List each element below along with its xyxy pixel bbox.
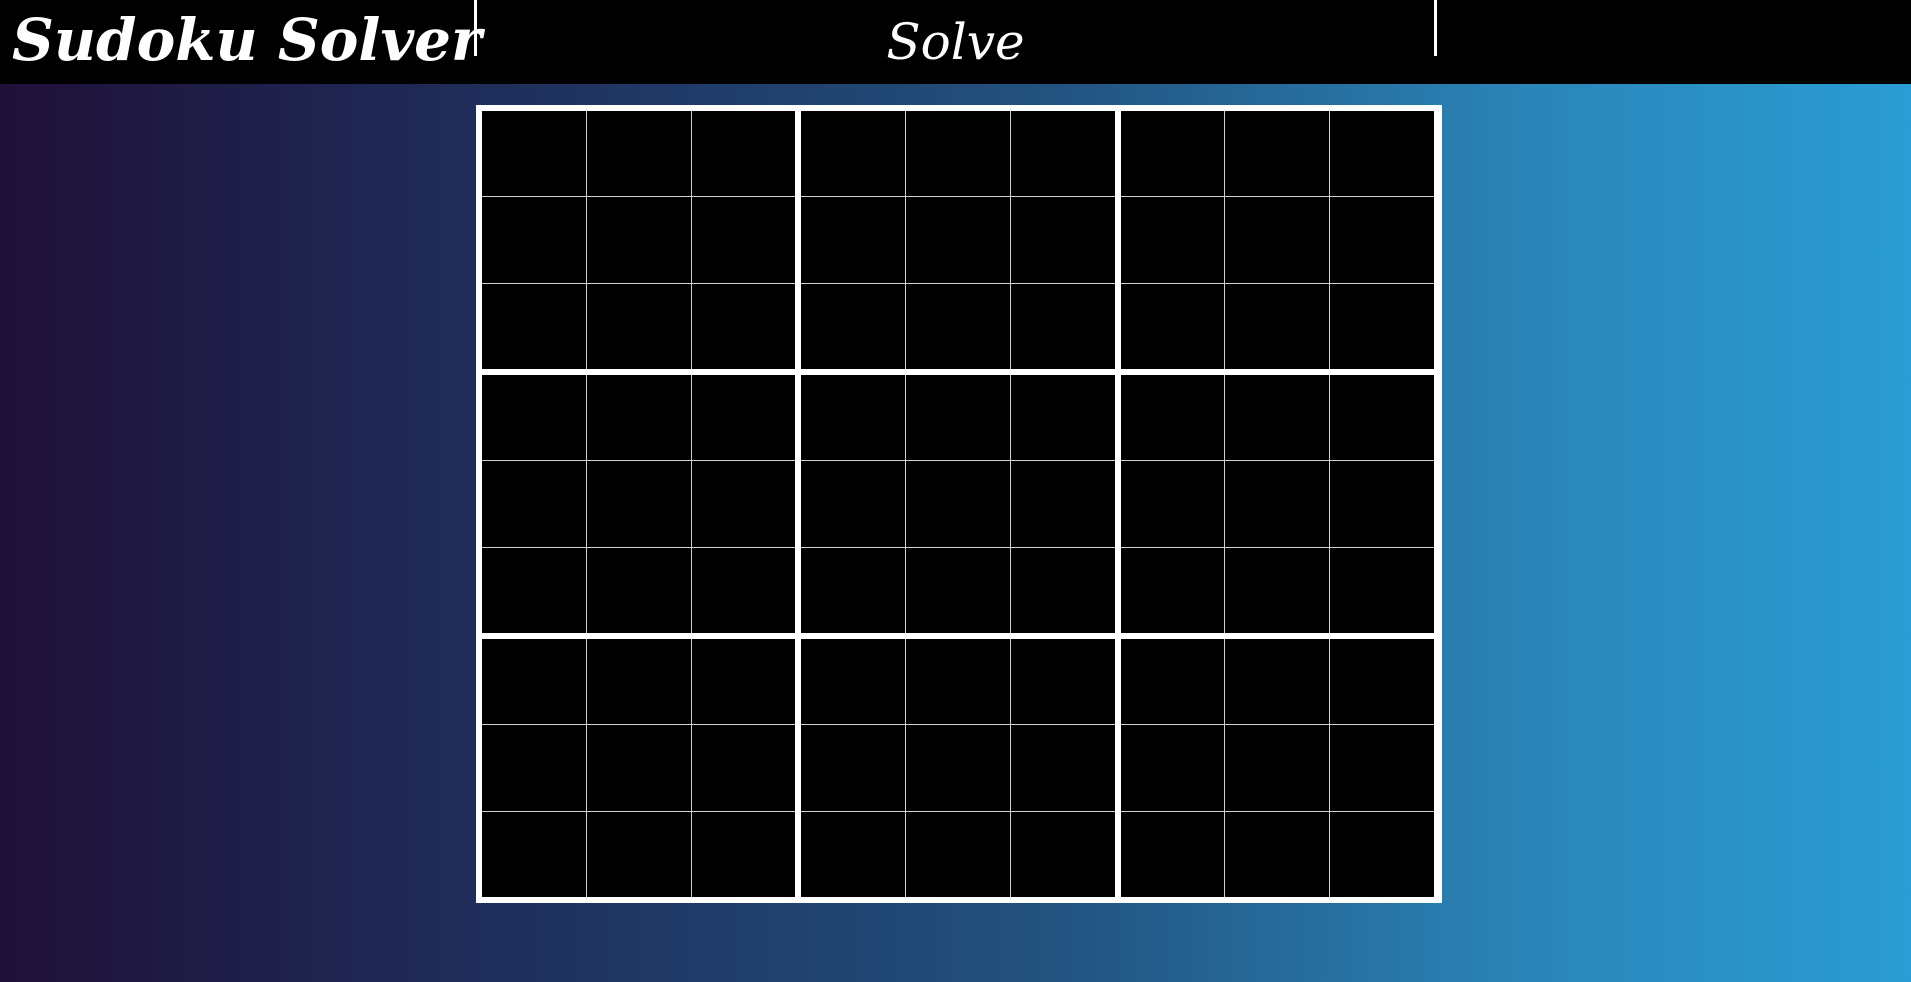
sudoku-cell[interactable]: [586, 111, 691, 197]
sudoku-cell[interactable]: [1225, 375, 1330, 461]
sudoku-cell[interactable]: [1330, 197, 1434, 283]
sudoku-cell[interactable]: [482, 811, 586, 897]
sudoku-cell[interactable]: [1010, 283, 1115, 369]
sudoku-cell[interactable]: [801, 283, 906, 369]
sudoku-cell[interactable]: [482, 639, 586, 725]
sudoku-cell[interactable]: [586, 725, 691, 811]
sudoku-board-frame: [476, 105, 1442, 903]
sudoku-cell[interactable]: [1010, 111, 1115, 197]
sudoku-cell[interactable]: [1330, 461, 1434, 547]
sudoku-cell[interactable]: [1225, 725, 1330, 811]
sudoku-cell[interactable]: [1225, 111, 1330, 197]
sudoku-cell[interactable]: [586, 639, 691, 725]
sudoku-box: [801, 111, 1115, 369]
sudoku-cell[interactable]: [1010, 811, 1115, 897]
sudoku-cell[interactable]: [1330, 639, 1434, 725]
sudoku-box: [482, 375, 796, 633]
sudoku-cell[interactable]: [906, 547, 1010, 633]
sudoku-cell[interactable]: [906, 461, 1010, 547]
sudoku-cell[interactable]: [1120, 111, 1225, 197]
sudoku-box: [482, 111, 796, 369]
sudoku-cell[interactable]: [801, 725, 906, 811]
sudoku-cell[interactable]: [801, 111, 906, 197]
sudoku-box: [482, 639, 796, 897]
sudoku-cell[interactable]: [1010, 375, 1115, 461]
sudoku-cell[interactable]: [1330, 375, 1434, 461]
sudoku-cell[interactable]: [586, 283, 691, 369]
sudoku-cell[interactable]: [1010, 197, 1115, 283]
sudoku-cell[interactable]: [1330, 547, 1434, 633]
sudoku-cell[interactable]: [906, 197, 1010, 283]
app-header: Sudoku Solver Solve: [0, 0, 1911, 84]
sudoku-cell[interactable]: [801, 375, 906, 461]
sudoku-cell[interactable]: [482, 725, 586, 811]
sudoku-cell[interactable]: [691, 283, 796, 369]
sudoku-cell[interactable]: [691, 639, 796, 725]
sudoku-cell[interactable]: [906, 111, 1010, 197]
app-title: Sudoku Solver: [12, 6, 482, 74]
sudoku-cell[interactable]: [1225, 811, 1330, 897]
sudoku-box: [1120, 375, 1434, 633]
sudoku-cell[interactable]: [691, 375, 796, 461]
sudoku-cell[interactable]: [482, 197, 586, 283]
sudoku-cell[interactable]: [1120, 725, 1225, 811]
sudoku-cell[interactable]: [1120, 375, 1225, 461]
sudoku-board: [482, 111, 1434, 897]
sudoku-cell[interactable]: [482, 283, 586, 369]
sudoku-cell[interactable]: [1225, 283, 1330, 369]
sudoku-cell[interactable]: [1010, 725, 1115, 811]
sudoku-cell[interactable]: [691, 811, 796, 897]
sudoku-cell[interactable]: [1225, 461, 1330, 547]
sudoku-cell[interactable]: [1225, 197, 1330, 283]
sudoku-cell[interactable]: [586, 197, 691, 283]
sudoku-cell[interactable]: [1010, 639, 1115, 725]
sudoku-cell[interactable]: [586, 811, 691, 897]
sudoku-cell[interactable]: [1330, 725, 1434, 811]
sudoku-cell[interactable]: [1330, 811, 1434, 897]
sudoku-cell[interactable]: [1120, 283, 1225, 369]
sudoku-cell[interactable]: [906, 283, 1010, 369]
sudoku-cell[interactable]: [691, 111, 796, 197]
sudoku-cell[interactable]: [1010, 461, 1115, 547]
sudoku-cell[interactable]: [1330, 111, 1434, 197]
sudoku-cell[interactable]: [586, 375, 691, 461]
sudoku-cell[interactable]: [801, 547, 906, 633]
header-divider-right: [1434, 0, 1437, 56]
sudoku-cell[interactable]: [586, 461, 691, 547]
sudoku-box: [801, 375, 1115, 633]
sudoku-cell[interactable]: [906, 639, 1010, 725]
sudoku-cell[interactable]: [1120, 547, 1225, 633]
sudoku-cell[interactable]: [691, 725, 796, 811]
sudoku-cell[interactable]: [1225, 639, 1330, 725]
sudoku-cell[interactable]: [482, 375, 586, 461]
sudoku-cell[interactable]: [801, 639, 906, 725]
sudoku-cell[interactable]: [1120, 461, 1225, 547]
sudoku-cell[interactable]: [1120, 811, 1225, 897]
sudoku-cell[interactable]: [1120, 197, 1225, 283]
sudoku-cell[interactable]: [801, 811, 906, 897]
sudoku-cell[interactable]: [691, 197, 796, 283]
sudoku-cell[interactable]: [586, 547, 691, 633]
sudoku-cell[interactable]: [801, 197, 906, 283]
sudoku-box: [801, 639, 1115, 897]
sudoku-box: [1120, 111, 1434, 369]
sudoku-box: [1120, 639, 1434, 897]
sudoku-cell[interactable]: [482, 461, 586, 547]
sudoku-cell[interactable]: [482, 547, 586, 633]
sudoku-cell[interactable]: [482, 111, 586, 197]
sudoku-cell[interactable]: [1330, 283, 1434, 369]
sudoku-cell[interactable]: [906, 375, 1010, 461]
sudoku-cell[interactable]: [691, 461, 796, 547]
sudoku-cell[interactable]: [691, 547, 796, 633]
sudoku-cell[interactable]: [906, 811, 1010, 897]
sudoku-cell[interactable]: [906, 725, 1010, 811]
sudoku-cell[interactable]: [1010, 547, 1115, 633]
solve-button[interactable]: Solve: [477, 0, 1434, 84]
sudoku-cell[interactable]: [1225, 547, 1330, 633]
sudoku-cell[interactable]: [1120, 639, 1225, 725]
sudoku-cell[interactable]: [801, 461, 906, 547]
